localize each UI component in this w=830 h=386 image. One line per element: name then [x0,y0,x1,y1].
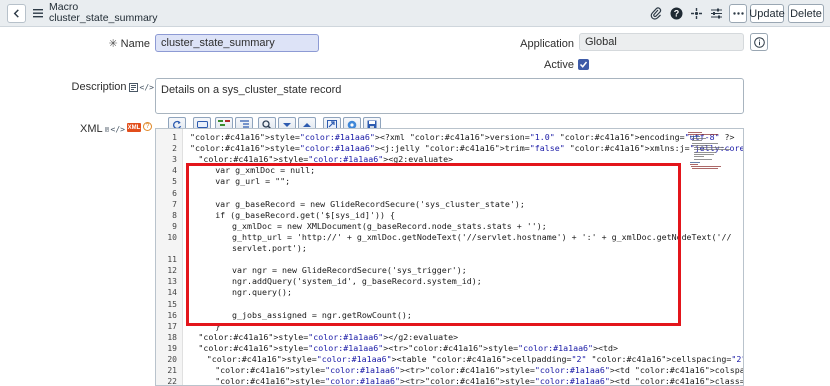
delete-button[interactable]: Delete [788,4,824,23]
description-label-group: Description </> [70,81,154,93]
activity-stream-icon[interactable] [688,5,704,21]
xml-label-group: XML </> [80,123,125,135]
record-header: Macro cluster_state_summary ? Update Del… [0,0,830,27]
line-number: 4 [172,166,177,176]
svg-text:?: ? [673,8,679,18]
back-button[interactable] [7,4,26,23]
line-number-gutter: 1 2 3 4 5 6 7 8 9 10 11 12 13 14 15 16 17 18 19 20 21 22 [156,129,183,386]
line-number: 1 [172,133,177,142]
active-checkbox[interactable] [578,59,589,70]
line-number: 9 [172,221,177,231]
name-label: Name [120,37,150,50]
xml-badge-icon: XML [127,123,141,132]
record-name-label: cluster_state_summary [49,12,158,24]
paperclip-icon[interactable] [648,5,664,21]
active-label: Active [544,59,574,71]
info-icon [753,36,765,48]
line-number: 13 [167,277,177,287]
code-line: "color:#c41a16">style="color:#1a1aa6"><?… [190,132,735,142]
script-tag-icon[interactable]: </> [111,125,125,134]
line-number: 16 [167,310,177,320]
back-arrow-icon [13,9,19,18]
line-number: 20 [167,355,177,364]
line-number: 12 [167,266,177,276]
line-number: 2 [172,144,177,154]
line-number: 10 [167,232,177,242]
code-line: "color:#c41a16">style="color:#1a1aa6"><t… [206,354,743,364]
line-number: 19 [167,343,177,353]
checkmark-icon [579,61,588,68]
update-button[interactable]: Update [749,4,785,23]
line-number: 17 [167,321,177,331]
name-label-group: ✳ Name [100,37,150,51]
more-options-button[interactable] [729,4,747,23]
line-number: 8 [172,210,177,220]
ellipsis-icon [732,12,744,15]
context-menu-icon[interactable] [33,6,43,20]
description-textarea[interactable]: Details on a sys_cluster_state record [155,78,744,114]
record-title: Macro cluster_state_summary [49,2,158,24]
field-dictionary-icon[interactable] [128,82,138,92]
application-info-button[interactable] [750,33,768,51]
settings-sliders-icon[interactable] [708,5,724,21]
application-label: Application [520,38,574,50]
help-icon[interactable]: ? [668,5,684,21]
mandatory-asterisk-icon: ✳ [108,38,118,50]
line-number: 21 [167,366,177,376]
code-line: "color:#c41a16">style="color:#1a1aa6"><t… [215,376,744,386]
editor-minimap [688,131,730,171]
line-number: 6 [172,188,177,198]
line-number: 11 [167,255,177,265]
name-input[interactable]: cluster_state_summary [155,34,319,52]
code-line: "color:#c41a16">style="color:#1a1aa6"><j… [190,143,744,154]
line-number: 22 [167,377,177,386]
help-circle-icon[interactable]: ? [143,122,152,131]
highlight-box [186,163,681,326]
line-number: 15 [167,299,177,309]
application-field: Global [579,33,744,51]
code-line: "color:#c41a16">style="color:#1a1aa6"><t… [215,365,743,376]
line-number: 18 [167,332,177,342]
description-label: Description [71,81,127,93]
xml-label: XML [80,123,103,135]
script-tag-icon[interactable]: </> [140,83,154,92]
line-number: 3 [172,155,177,165]
line-number: 7 [172,199,177,209]
field-dictionary-icon[interactable] [104,125,109,134]
code-line: "color:#c41a16">style="color:#1a1aa6"></… [198,331,459,342]
code-line: "color:#c41a16">style="color:#1a1aa6"><t… [198,342,619,353]
line-number: 14 [167,288,177,298]
line-number: 5 [172,177,177,187]
